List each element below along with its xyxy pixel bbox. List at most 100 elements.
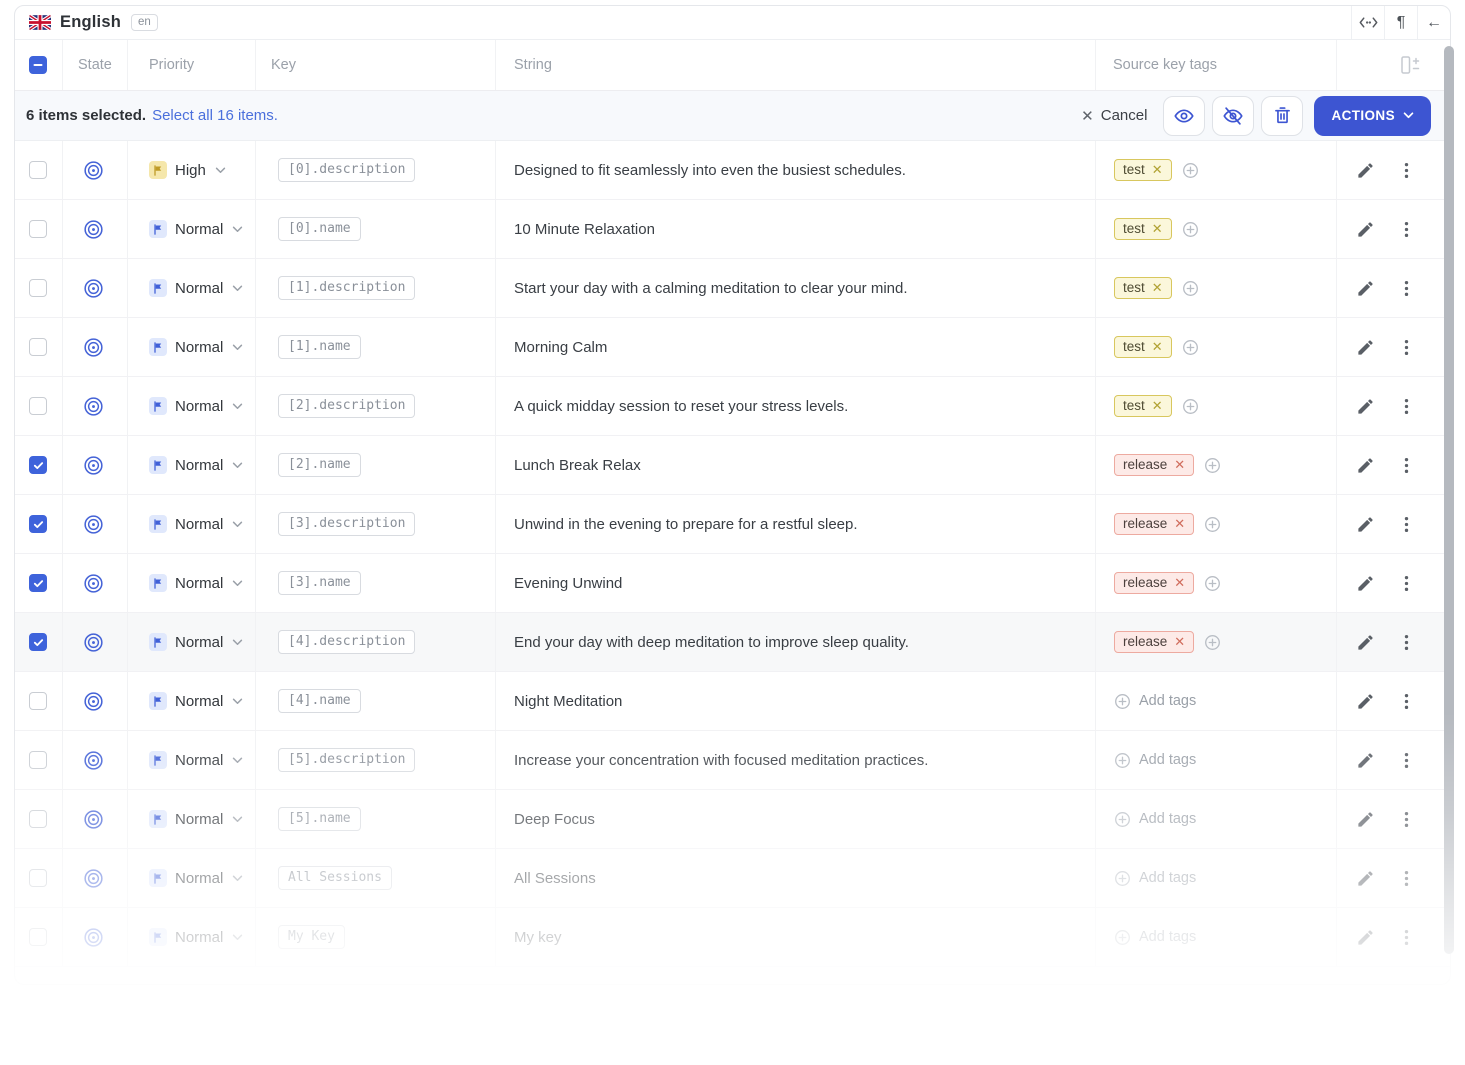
key-tag-chip[interactable]: release ✕ <box>1114 631 1194 653</box>
remove-tag-icon[interactable]: ✕ <box>1174 576 1185 589</box>
row-menu-button[interactable] <box>1404 692 1409 711</box>
add-tag-icon[interactable] <box>1182 339 1199 356</box>
edit-translation-button[interactable] <box>1356 220 1375 239</box>
edit-translation-button[interactable] <box>1356 574 1375 593</box>
translation-state-icon[interactable] <box>82 277 105 300</box>
add-tags-placeholder[interactable]: Add tags <box>1114 929 1196 946</box>
remove-tag-icon[interactable]: ✕ <box>1152 281 1163 294</box>
priority-select[interactable]: Normal <box>128 200 256 258</box>
translation-string[interactable]: Start your day with a calming meditation… <box>514 280 908 297</box>
translation-string[interactable]: All Sessions <box>514 870 596 887</box>
edit-translation-button[interactable] <box>1356 515 1375 534</box>
add-tag-icon[interactable] <box>1204 575 1221 592</box>
add-tags-placeholder[interactable]: Add tags <box>1114 693 1196 710</box>
add-tags-placeholder[interactable]: Add tags <box>1114 811 1196 828</box>
priority-select[interactable]: Normal <box>128 377 256 435</box>
row-checkbox[interactable] <box>29 751 47 769</box>
row-checkbox[interactable] <box>29 928 47 946</box>
priority-select[interactable]: Normal <box>128 731 256 789</box>
key-chip[interactable]: [2].description <box>278 394 415 418</box>
priority-select[interactable]: Normal <box>128 318 256 376</box>
priority-select[interactable]: Normal <box>128 436 256 494</box>
translation-string[interactable]: 10 Minute Relaxation <box>514 221 655 238</box>
add-tag-icon[interactable] <box>1182 162 1199 179</box>
key-chip[interactable]: [3].description <box>278 512 415 536</box>
edit-translation-button[interactable] <box>1356 692 1375 711</box>
priority-select[interactable]: Normal <box>128 672 256 730</box>
translation-state-icon[interactable] <box>82 218 105 241</box>
translation-state-icon[interactable] <box>82 454 105 477</box>
translation-state-icon[interactable] <box>82 690 105 713</box>
edit-translation-button[interactable] <box>1356 751 1375 770</box>
translation-string[interactable]: Lunch Break Relax <box>514 457 641 474</box>
remove-tag-icon[interactable]: ✕ <box>1152 399 1163 412</box>
translation-string[interactable]: Increase your concentration with focused… <box>514 752 928 769</box>
translation-state-icon[interactable] <box>82 572 105 595</box>
translation-state-icon[interactable] <box>82 336 105 359</box>
remove-tag-icon[interactable]: ✕ <box>1174 635 1185 648</box>
row-menu-button[interactable] <box>1404 810 1409 829</box>
hide-translations-button[interactable] <box>1212 96 1254 136</box>
translation-string[interactable]: Designed to fit seamlessly into even the… <box>514 162 906 179</box>
row-checkbox[interactable] <box>29 692 47 710</box>
translation-string[interactable]: End your day with deep meditation to imp… <box>514 634 909 651</box>
edit-translation-button[interactable] <box>1356 869 1375 888</box>
row-menu-button[interactable] <box>1404 515 1409 534</box>
row-checkbox[interactable] <box>29 338 47 356</box>
add-tag-icon[interactable] <box>1204 457 1221 474</box>
priority-select[interactable]: Normal <box>128 495 256 553</box>
translation-state-icon[interactable] <box>82 749 105 772</box>
add-tags-placeholder[interactable]: Add tags <box>1114 870 1196 887</box>
key-chip[interactable]: [5].name <box>278 807 361 831</box>
edit-translation-button[interactable] <box>1356 338 1375 357</box>
row-menu-button[interactable] <box>1404 633 1409 652</box>
actions-button[interactable]: ACTIONS <box>1314 96 1431 136</box>
row-checkbox[interactable] <box>29 456 47 474</box>
add-tag-icon[interactable] <box>1182 221 1199 238</box>
translation-state-icon[interactable] <box>82 159 105 182</box>
priority-select[interactable]: Normal <box>128 554 256 612</box>
row-checkbox[interactable] <box>29 397 47 415</box>
key-chip[interactable]: [3].name <box>278 571 361 595</box>
priority-select[interactable]: Normal <box>128 908 256 966</box>
key-tag-chip[interactable]: test ✕ <box>1114 277 1172 299</box>
translation-state-icon[interactable] <box>82 395 105 418</box>
edit-translation-button[interactable] <box>1356 279 1375 298</box>
row-checkbox[interactable] <box>29 869 47 887</box>
cancel-selection-button[interactable]: ✕ Cancel <box>1081 107 1147 125</box>
translation-string[interactable]: Night Meditation <box>514 693 622 710</box>
row-menu-button[interactable] <box>1404 279 1409 298</box>
row-checkbox[interactable] <box>29 633 47 651</box>
key-chip[interactable]: [0].name <box>278 217 361 241</box>
translation-state-icon[interactable] <box>82 808 105 831</box>
edit-translation-button[interactable] <box>1356 456 1375 475</box>
edit-translation-button[interactable] <box>1356 928 1375 947</box>
priority-select[interactable]: Normal <box>128 849 256 907</box>
key-chip[interactable]: [1].name <box>278 335 361 359</box>
translation-string[interactable]: Evening Unwind <box>514 575 622 592</box>
collapse-column-button[interactable]: ← <box>1417 6 1450 39</box>
key-tag-chip[interactable]: test ✕ <box>1114 395 1172 417</box>
edit-translation-button[interactable] <box>1356 161 1375 180</box>
row-menu-button[interactable] <box>1404 869 1409 888</box>
key-tag-chip[interactable]: release ✕ <box>1114 454 1194 476</box>
whitespace-toggle-button[interactable]: ¶ <box>1384 6 1417 39</box>
key-chip[interactable]: [2].name <box>278 453 361 477</box>
key-chip[interactable]: [1].description <box>278 276 415 300</box>
translation-state-icon[interactable] <box>82 926 105 949</box>
add-tag-icon[interactable] <box>1182 280 1199 297</box>
key-chip[interactable]: All Sessions <box>278 866 392 890</box>
row-menu-button[interactable] <box>1404 161 1409 180</box>
row-menu-button[interactable] <box>1404 574 1409 593</box>
edit-translation-button[interactable] <box>1356 633 1375 652</box>
reveal-translations-button[interactable] <box>1163 96 1205 136</box>
row-menu-button[interactable] <box>1404 751 1409 770</box>
priority-select[interactable]: Normal <box>128 613 256 671</box>
column-settings-icon[interactable] <box>1398 54 1422 76</box>
key-chip[interactable]: [5].description <box>278 748 415 772</box>
translation-string[interactable]: Unwind in the evening to prepare for a r… <box>514 516 858 533</box>
add-tag-icon[interactable] <box>1182 398 1199 415</box>
translation-string[interactable]: A quick midday session to reset your str… <box>514 398 848 415</box>
row-checkbox[interactable] <box>29 810 47 828</box>
key-tag-chip[interactable]: test ✕ <box>1114 336 1172 358</box>
